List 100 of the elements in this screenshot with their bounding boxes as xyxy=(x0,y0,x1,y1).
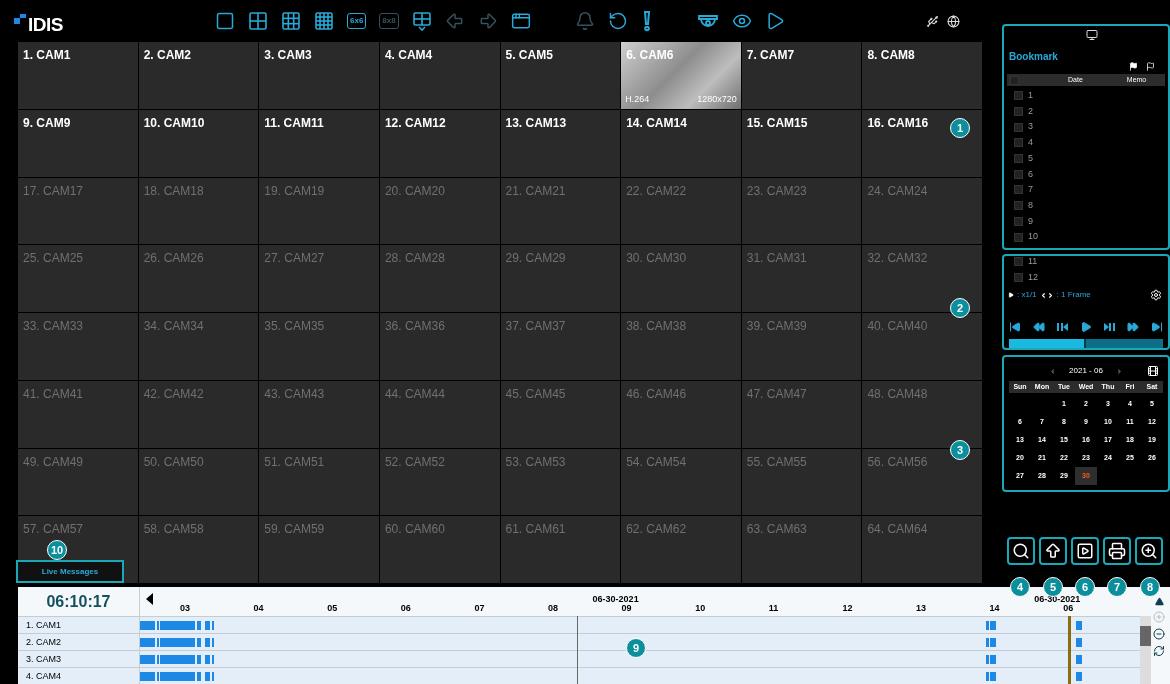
camera-name[interactable]: 5. CAM5 xyxy=(505,46,553,64)
camera-name[interactable]: 63. CAM63 xyxy=(746,520,807,539)
globe-icon[interactable] xyxy=(947,14,960,28)
camera-name[interactable]: 51. CAM51 xyxy=(264,452,325,471)
camera-name[interactable]: 59. CAM59 xyxy=(264,520,325,539)
up-triangle-icon[interactable] xyxy=(1154,597,1164,606)
camera-name[interactable]: 13. CAM13 xyxy=(505,113,567,132)
camera-name[interactable]: 2. CAM2 xyxy=(143,46,191,64)
window-icon[interactable] xyxy=(510,11,531,31)
refresh-icon[interactable] xyxy=(1153,645,1165,657)
flag-minus-icon[interactable] xyxy=(1146,62,1155,71)
grid-3x3-icon[interactable] xyxy=(281,11,301,31)
camera-name[interactable]: 45. CAM45 xyxy=(505,384,566,403)
camera-name[interactable]: 56. CAM56 xyxy=(867,452,928,471)
camera-name[interactable]: 20. CAM20 xyxy=(384,181,445,200)
checkbox[interactable] xyxy=(1014,216,1023,226)
monitor-icon[interactable] xyxy=(1086,29,1098,41)
camera-name[interactable]: 40. CAM40 xyxy=(867,317,928,335)
camera-name[interactable]: 41. CAM41 xyxy=(23,384,84,403)
camera-name[interactable]: 14. CAM14 xyxy=(626,113,687,132)
checkbox[interactable] xyxy=(1010,75,1019,85)
camera-name[interactable]: 31. CAM31 xyxy=(746,249,807,268)
camera-name[interactable]: 60. CAM60 xyxy=(384,520,445,539)
step-forward-icon[interactable] xyxy=(1103,321,1116,334)
camera-name[interactable]: 27. CAM27 xyxy=(264,249,325,268)
playback-slider[interactable] xyxy=(1009,339,1163,348)
grid-4x4-icon[interactable] xyxy=(314,11,334,31)
settings-icon[interactable] xyxy=(1150,289,1162,302)
camera-name[interactable]: 33. CAM33 xyxy=(23,317,84,335)
printer-button[interactable] xyxy=(1103,537,1131,565)
camera-name[interactable]: 26. CAM26 xyxy=(143,249,204,268)
camera-name[interactable]: 23. CAM23 xyxy=(746,181,807,200)
skip-forward-icon[interactable] xyxy=(1150,321,1163,334)
camera-name[interactable]: 29. CAM29 xyxy=(505,249,566,268)
eye-icon[interactable] xyxy=(731,11,752,31)
camera-name[interactable]: 52. CAM52 xyxy=(384,452,445,471)
zoom-out-circle-icon[interactable] xyxy=(1153,628,1165,640)
camera-name[interactable]: 53. CAM53 xyxy=(505,452,566,471)
camera-name[interactable]: 36. CAM36 xyxy=(384,317,445,335)
scroll-left-icon[interactable] xyxy=(146,593,153,605)
camera-name[interactable]: 38. CAM38 xyxy=(626,317,687,335)
rewind-icon[interactable] xyxy=(1032,321,1045,334)
checkbox[interactable] xyxy=(1014,273,1023,283)
checkbox[interactable] xyxy=(1014,122,1023,132)
play-clip-button[interactable] xyxy=(1071,537,1099,565)
camera-name[interactable]: 22. CAM22 xyxy=(626,181,687,200)
zoom-in-button[interactable] xyxy=(1135,537,1163,565)
camera-name[interactable]: 49. CAM49 xyxy=(23,452,84,471)
camera-name[interactable]: 18. CAM18 xyxy=(143,181,204,200)
replay-icon[interactable] xyxy=(607,11,628,31)
camera-name[interactable]: 21. CAM21 xyxy=(505,181,566,200)
checkbox[interactable] xyxy=(1014,169,1023,179)
camera-name[interactable]: 25. CAM25 xyxy=(23,249,84,268)
camera-name[interactable]: 10. CAM10 xyxy=(143,113,205,132)
flag-plus-icon[interactable] xyxy=(1129,62,1138,71)
camera-name[interactable]: 54. CAM54 xyxy=(626,452,687,471)
checkbox[interactable] xyxy=(1014,91,1023,101)
camera-name[interactable]: 39. CAM39 xyxy=(746,317,807,335)
checkbox[interactable] xyxy=(1014,201,1023,211)
custom-layout-icon[interactable] xyxy=(411,11,432,31)
checkbox[interactable] xyxy=(1014,154,1023,164)
camera-name[interactable]: 55. CAM55 xyxy=(746,452,807,471)
skip-back-icon[interactable] xyxy=(1009,321,1021,334)
camera-name[interactable]: 8. CAM8 xyxy=(867,46,915,64)
play-icon[interactable] xyxy=(1079,321,1092,334)
camera-name[interactable]: 19. CAM19 xyxy=(264,181,325,200)
camera-name[interactable]: 30. CAM30 xyxy=(626,249,687,268)
search-button[interactable] xyxy=(1007,537,1035,565)
camera-name[interactable]: 12. CAM12 xyxy=(384,113,446,132)
camera-name[interactable]: 32. CAM32 xyxy=(867,249,928,268)
camera-name[interactable]: 57. CAM57 xyxy=(23,520,84,539)
grid-2x2-icon[interactable] xyxy=(248,11,268,31)
camera-name[interactable]: 64. CAM64 xyxy=(867,520,928,539)
camera-name[interactable]: 43. CAM43 xyxy=(264,384,325,403)
checkbox[interactable] xyxy=(1014,138,1023,148)
camera-name[interactable]: 50. CAM50 xyxy=(143,452,204,471)
checkbox[interactable] xyxy=(1014,107,1023,117)
fast-forward-icon[interactable] xyxy=(1127,321,1140,334)
camera-name[interactable]: 42. CAM42 xyxy=(143,384,204,403)
camera-name[interactable]: 28. CAM28 xyxy=(384,249,445,268)
camera-name[interactable]: 15. CAM15 xyxy=(746,113,808,132)
camera-name[interactable]: 48. CAM48 xyxy=(867,384,928,403)
camera-name[interactable]: 1. CAM1 xyxy=(23,46,71,64)
camera-name[interactable]: 62. CAM62 xyxy=(626,520,687,539)
camera-name[interactable]: 37. CAM37 xyxy=(505,317,566,335)
upload-arrow-button[interactable] xyxy=(1039,537,1067,565)
checkbox[interactable] xyxy=(1014,232,1023,242)
checkbox[interactable] xyxy=(1014,257,1023,267)
scrollbar-thumb[interactable] xyxy=(1140,626,1151,646)
camera-name[interactable]: 35. CAM35 xyxy=(264,317,325,335)
camera-name[interactable]: 17. CAM17 xyxy=(23,181,84,200)
camera-name[interactable]: 58. CAM58 xyxy=(143,520,204,539)
camera-name[interactable]: 47. CAM47 xyxy=(746,384,807,403)
camera-name[interactable]: 11. CAM11 xyxy=(264,113,324,132)
checkbox[interactable] xyxy=(1014,185,1023,195)
camera-name[interactable]: 34. CAM34 xyxy=(143,317,204,335)
live-messages-button[interactable]: Live Messages xyxy=(16,560,124,583)
step-back-icon[interactable] xyxy=(1056,321,1069,334)
camera-name[interactable]: 3. CAM3 xyxy=(264,46,312,64)
scrollbar[interactable] xyxy=(1140,616,1151,684)
